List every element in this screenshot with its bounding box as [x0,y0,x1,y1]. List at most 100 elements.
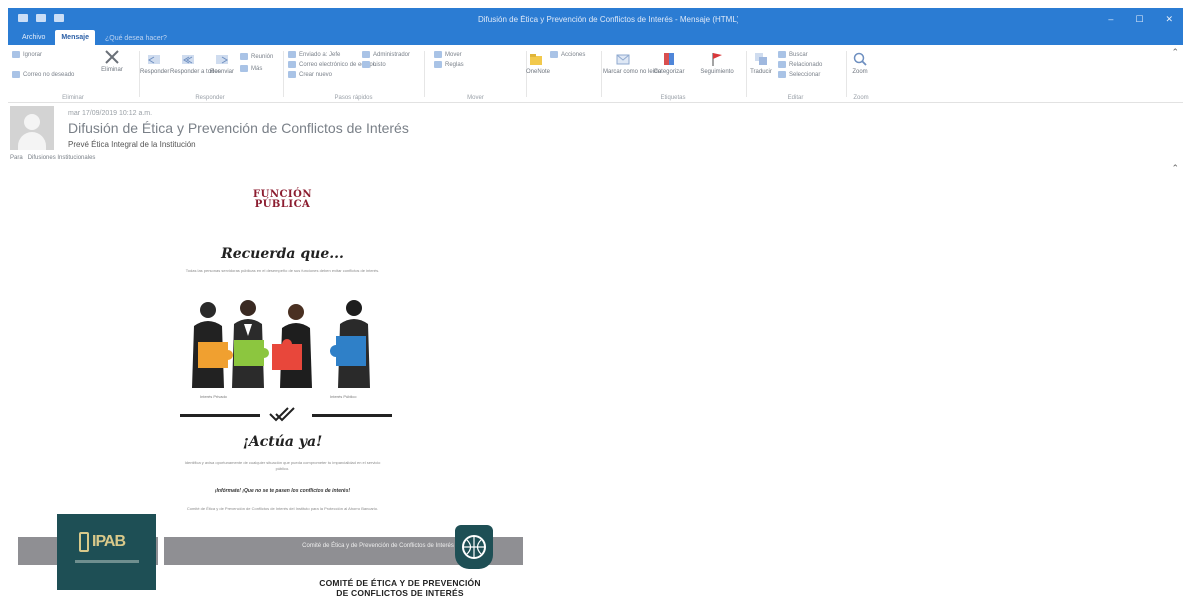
more-icon [240,65,248,72]
ribbon-group-zoom: Zoom Zoom [846,47,876,101]
people-puzzle-illustration [192,300,370,388]
quick-step-create-new[interactable]: Crear nuevo [288,71,332,78]
caption-private: Interés Privado [200,394,227,399]
title-bar: Difusión de Ética y Prevención de Confli… [8,8,1183,45]
select-button[interactable]: Seleccionar [778,71,820,78]
folder-icon [434,51,442,58]
rules-button[interactable]: Reglas [434,61,464,68]
reply-all-button[interactable]: Responder a todos [170,51,221,75]
quick-step-done[interactable]: Listo [362,61,386,68]
ignore-icon [12,51,20,58]
ribbon-group-quick-steps: Enviado a: Jefe Correo electrónico de eq… [286,47,425,101]
ignore-button[interactable]: Ignorar [12,51,42,58]
email-poster: FUNCIÓN PÚBLICA Recuerda que... Todas la… [170,178,395,520]
ribbon-group-eliminar: Ignorar Correo no deseado Eliminar Elimi… [10,47,140,101]
reply-button[interactable]: Responder [140,51,169,75]
arrow-icon [288,51,296,58]
save-icon[interactable] [18,14,28,22]
flag-icon [712,53,722,66]
quick-step-admin[interactable]: Administrador [362,51,410,58]
actions-icon [550,51,558,58]
junk-icon [12,71,20,78]
informate-line: ¡Infórmate! ¡Que no se te pasen los conf… [214,488,351,494]
banner-text: Comité de Ética y de Prevención de Confl… [302,543,454,549]
meeting-icon [240,53,248,60]
ipab-mark-icon [79,532,89,552]
comite-seal [455,525,493,569]
forward-icon [216,55,228,64]
undo-icon[interactable] [36,14,46,22]
window-title: Difusión de Ética y Prevención de Confli… [478,15,738,24]
message-sender[interactable]: Prevé Ética Integral de la Institución [68,140,196,149]
lightning-icon [288,71,296,78]
folder-move-icon [530,54,542,65]
to-label: Para [10,155,23,161]
quick-access-toolbar [18,14,64,22]
translate-icon [755,53,767,65]
actua-heading: ¡Actúa ya! [242,434,323,450]
tab-archivo[interactable]: Archivo [16,30,51,45]
meeting-button[interactable]: Reunión [240,53,273,60]
categorize-button[interactable]: Categorizar [649,51,689,75]
delete-button[interactable]: Eliminar [92,49,132,73]
delete-icon [105,50,119,64]
tell-me-search[interactable]: ¿Qué desea hacer? [99,32,173,45]
check-icon [362,61,370,68]
minimize-button[interactable]: – [1108,14,1113,25]
mark-unread-button[interactable]: Marcar como no leído [603,51,661,75]
reply-all-icon [182,55,194,64]
translate-button[interactable]: Traducir [748,51,774,75]
ipab-logo: IPAB [79,530,126,554]
tab-mensaje[interactable]: Mensaje [55,30,95,45]
ribbon-group-responder: Responder Responder a todos Reenviar Reu… [140,47,284,101]
envelope-icon [616,54,630,65]
ribbon-group-mover: Mover Reglas Mover [428,47,527,101]
message-recipients: Para Difusiones Institucionales [10,155,95,161]
double-check-icon [269,407,295,422]
onenote-button[interactable]: OneNote [526,51,550,75]
comite-title: COMITÉ DE ÉTICA Y DE PREVENCIÓN DE CONFL… [319,578,481,598]
find-button[interactable]: Buscar [778,51,808,58]
ribbon-group-editar: Traducir Buscar Relacionado Seleccionar … [748,47,847,101]
message-date: mar 17/09/2019 10:12 a.m. [68,110,153,117]
related-button[interactable]: Relacionado [778,61,822,68]
poster-footer-text: Comité de Ética y de Prevención de Confl… [186,506,379,511]
sender-avatar [10,106,54,150]
related-icon [778,61,786,68]
funcion-publica-logo: FUNCIÓN PÚBLICA [253,189,312,210]
checkmark-divider [180,407,392,422]
maximize-button[interactable]: ☐ [1135,14,1143,25]
more-button[interactable]: Más [240,65,262,72]
junk-button[interactable]: Correo no deseado [12,71,74,78]
actua-text: Identifica y avisa oportunamente de cual… [184,460,381,471]
message-subject: Difusión de Ética y Prevención de Confli… [68,120,409,136]
follow-up-button[interactable]: Seguimiento [695,51,739,75]
actions-button[interactable]: Acciones [550,51,585,58]
ribbon: Ignorar Correo no deseado Eliminar Elimi… [8,45,1183,103]
caption-public: Interés Público [330,394,357,399]
recuerda-text: Todas las personas servidoras públicas e… [185,268,380,273]
categorize-icon [664,53,674,65]
admin-icon [362,51,370,58]
window-controls: – ☐ ✕ [1108,14,1173,25]
close-button[interactable]: ✕ [1165,14,1173,25]
to-value[interactable]: Difusiones Institucionales [28,155,96,161]
mail-icon [288,61,296,68]
zoom-button[interactable]: Zoom [846,51,874,75]
magnifier-icon [853,52,867,66]
ribbon-group-actions: OneNote Acciones [526,47,602,101]
collapse-header-chevron-icon[interactable]: ⌃ [1171,163,1179,174]
move-button[interactable]: Mover [434,51,462,58]
search-icon [778,51,786,58]
select-icon [778,71,786,78]
rules-icon [434,61,442,68]
recuerda-heading: Recuerda que... [221,246,344,262]
quick-step-manager[interactable]: Enviado a: Jefe [288,51,340,58]
reply-icon [148,55,160,64]
ribbon-group-etiquetas: Marcar como no leído Categorizar Seguimi… [603,47,747,101]
redo-icon[interactable] [54,14,64,22]
ribbon-tabs: Archivo Mensaje ¿Qué desea hacer? [16,30,173,45]
globe-seal-icon [462,535,486,559]
collapse-ribbon-chevron-icon[interactable]: ⌃ [1171,47,1179,58]
forward-button[interactable]: Reenviar [208,51,236,75]
